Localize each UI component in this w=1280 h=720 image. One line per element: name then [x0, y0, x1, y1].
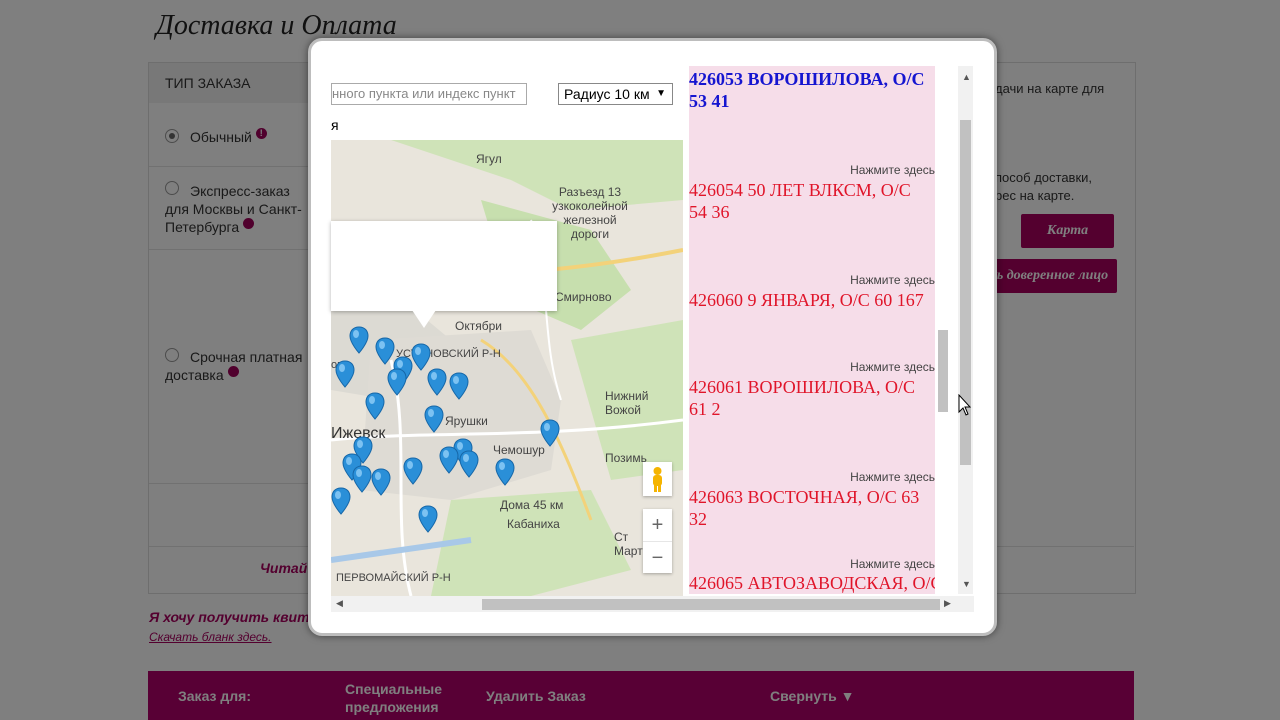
- click-here-link[interactable]: Нажмите здесь: [850, 273, 935, 287]
- scroll-left-icon[interactable]: ◀: [336, 598, 343, 609]
- map-marker-icon[interactable]: [459, 450, 479, 478]
- map-marker-icon[interactable]: [411, 343, 431, 371]
- map-marker-icon[interactable]: [439, 446, 459, 474]
- map-marker-icon[interactable]: [540, 419, 560, 447]
- map-marker-icon[interactable]: [427, 368, 447, 396]
- map-marker-icon[interactable]: [352, 465, 372, 493]
- chevron-down-icon: ▼: [656, 88, 666, 99]
- list-item-address[interactable]: 426065 АВТОЗАВОДСКАЯ, О/С: [689, 572, 935, 594]
- map-view[interactable]: Ягул Разъезд 13 узкоколейной железной до…: [331, 140, 683, 596]
- scroll-up-icon[interactable]: ▲: [962, 72, 971, 82]
- list-item-address[interactable]: 426060 9 ЯНВАРЯ, О/С 60 167: [689, 289, 933, 311]
- street-view-icon[interactable]: [643, 462, 672, 496]
- map-marker-icon[interactable]: [387, 368, 407, 396]
- map-marker-icon[interactable]: [349, 326, 369, 354]
- map-label: Кабаниха: [507, 517, 560, 531]
- zoom-in-button[interactable]: +: [643, 509, 672, 541]
- click-here-link[interactable]: Нажмите здесь: [850, 557, 935, 571]
- click-here-link[interactable]: Нажмите здесь: [850, 163, 935, 177]
- map-marker-icon[interactable]: [424, 405, 444, 433]
- click-here-link[interactable]: Нажмите здесь: [850, 470, 935, 484]
- scroll-down-icon[interactable]: ▼: [962, 579, 971, 589]
- map-marker-icon[interactable]: [375, 337, 395, 365]
- search-placeholder: нного пункта или индекс пункт: [332, 86, 516, 101]
- map-marker-icon[interactable]: [495, 458, 515, 486]
- map-label: Смирново: [555, 290, 612, 304]
- list-item-address[interactable]: 426053 ВОРОШИЛОВА, О/С 53 41: [689, 68, 933, 112]
- cut-label: я: [331, 117, 339, 133]
- mouse-cursor-icon: [958, 394, 972, 416]
- popup-tail: [412, 310, 436, 328]
- map-marker-icon[interactable]: [335, 360, 355, 388]
- map-info-popup: [331, 221, 557, 311]
- map-label: Позимь: [605, 451, 647, 465]
- search-input[interactable]: нного пункта или индекс пункт: [331, 83, 527, 105]
- map-marker-icon[interactable]: [449, 372, 469, 400]
- list-item-address[interactable]: 426054 50 ЛЕТ ВЛКСМ, О/С 54 36: [689, 179, 933, 223]
- radius-select[interactable]: Радиус 10 км ▼: [558, 83, 673, 105]
- radius-value: Радиус 10 км: [564, 86, 650, 102]
- map-marker-icon[interactable]: [371, 468, 391, 496]
- map-label: Октябри: [455, 319, 502, 333]
- zoom-out-button[interactable]: −: [643, 541, 672, 573]
- map-label: Ст: [614, 530, 629, 544]
- map-label: ПЕРВОМАЙСКИЙ Р-Н: [336, 572, 451, 584]
- map-marker-icon[interactable]: [403, 457, 423, 485]
- map-marker-icon[interactable]: [418, 505, 438, 533]
- list-scrollbar-thumb[interactable]: [938, 330, 948, 412]
- scroll-right-icon[interactable]: ▶: [944, 598, 951, 609]
- map-label: Ярушки: [445, 414, 488, 428]
- map-label: Разъезд 13 узкоколейной железной дороги: [552, 185, 628, 241]
- map-marker-icon[interactable]: [331, 487, 351, 515]
- list-item-address[interactable]: 426063 ВОСТОЧНАЯ, О/С 63 32: [689, 486, 933, 530]
- pickup-point-list: 426053 ВОРОШИЛОВА, О/С 53 41 Нажмите зде…: [689, 66, 935, 594]
- horizontal-scrollbar-thumb[interactable]: [482, 599, 940, 610]
- zoom-control: + −: [643, 509, 672, 573]
- map-label: Дома 45 км: [500, 498, 564, 512]
- map-label: Март: [614, 544, 643, 558]
- map-label: Нижний Вожой: [605, 389, 649, 417]
- list-item-address[interactable]: 426061 ВОРОШИЛОВА, О/С 61 2: [689, 376, 933, 420]
- map-marker-icon[interactable]: [365, 392, 385, 420]
- map-label: Ягул: [476, 152, 502, 166]
- map-label: Чемошур: [493, 443, 545, 457]
- click-here-link[interactable]: Нажмите здесь: [850, 360, 935, 374]
